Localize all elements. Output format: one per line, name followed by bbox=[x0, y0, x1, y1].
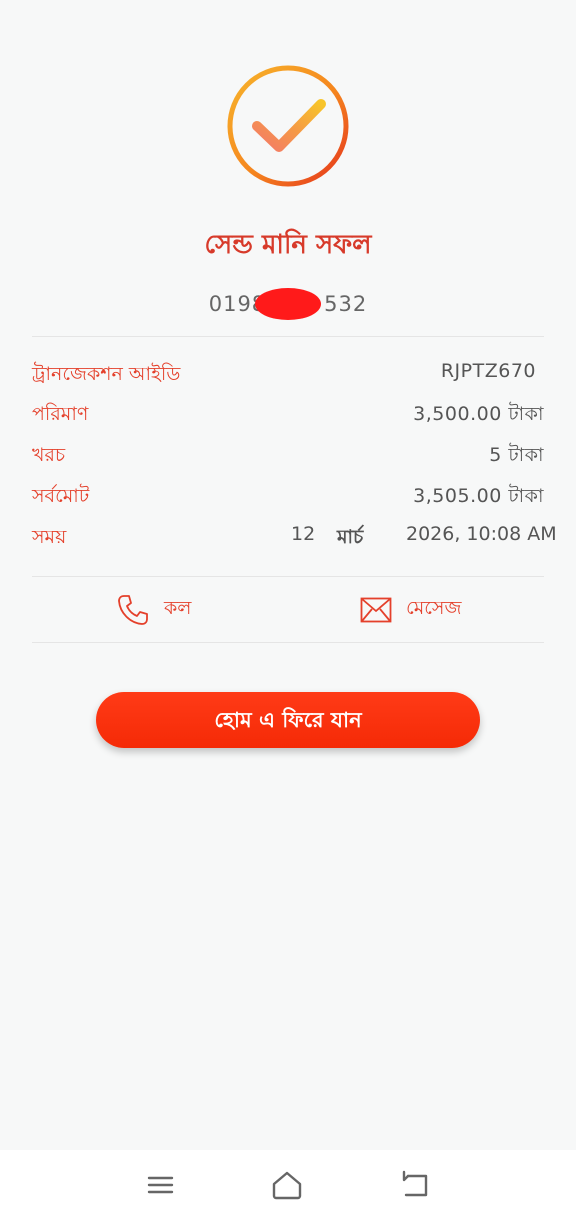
divider bbox=[32, 336, 544, 337]
detail-value: 3,505.00 টাকা bbox=[413, 485, 544, 507]
detail-label: সময় bbox=[32, 526, 67, 548]
time-year-clock: 2026, 10:08 AM bbox=[406, 523, 557, 545]
back-to-home-button[interactable]: হোম এ ফিরে যান bbox=[96, 692, 480, 748]
detail-row-amount: পরিমাণ 3,500.00 টাকা bbox=[32, 400, 544, 434]
detail-value: 5 টাকা bbox=[489, 444, 544, 466]
detail-row-total: সর্বমোট 3,505.00 টাকা bbox=[32, 482, 544, 516]
detail-value: 3,500.00 টাকা bbox=[413, 403, 544, 425]
call-button[interactable]: কল bbox=[116, 590, 191, 630]
recipient-number: 0198 532 bbox=[0, 288, 576, 320]
time-day: 12 bbox=[291, 523, 316, 545]
divider bbox=[32, 576, 544, 577]
message-button[interactable]: মেসেজ bbox=[360, 590, 461, 630]
system-navigation-bar bbox=[0, 1150, 576, 1218]
detail-label: খরচ bbox=[32, 444, 66, 466]
detail-row-transaction-id: ট্রানজেকশন আইডি RJPTZ670 bbox=[32, 360, 544, 394]
check-circle-icon bbox=[227, 65, 349, 187]
message-label: মেসেজ bbox=[406, 597, 462, 619]
time-month: মার্চ bbox=[337, 526, 364, 548]
detail-label: পরিমাণ bbox=[32, 403, 89, 425]
page-title: সেন্ড মানি সফল bbox=[204, 230, 372, 260]
detail-row-time: সময় 12 মার্চ 2026, 10:08 AM bbox=[32, 523, 557, 557]
envelope-icon bbox=[360, 597, 392, 623]
detail-value: RJPTZ670 bbox=[440, 360, 536, 382]
redaction-mark bbox=[254, 288, 321, 320]
detail-label: ট্রানজেকশন আইডি bbox=[32, 363, 181, 385]
back-icon[interactable] bbox=[398, 1168, 432, 1202]
detail-label: সর্বমোট bbox=[32, 485, 90, 507]
phone-number: 0198 532 bbox=[209, 288, 368, 320]
menu-icon[interactable] bbox=[143, 1168, 177, 1202]
home-icon[interactable] bbox=[270, 1168, 304, 1202]
phone-icon bbox=[118, 595, 148, 625]
divider bbox=[32, 642, 544, 643]
phone-suffix: 532 bbox=[324, 292, 368, 316]
call-label: কল bbox=[164, 597, 192, 619]
detail-row-charge: খরচ 5 টাকা bbox=[32, 441, 544, 475]
